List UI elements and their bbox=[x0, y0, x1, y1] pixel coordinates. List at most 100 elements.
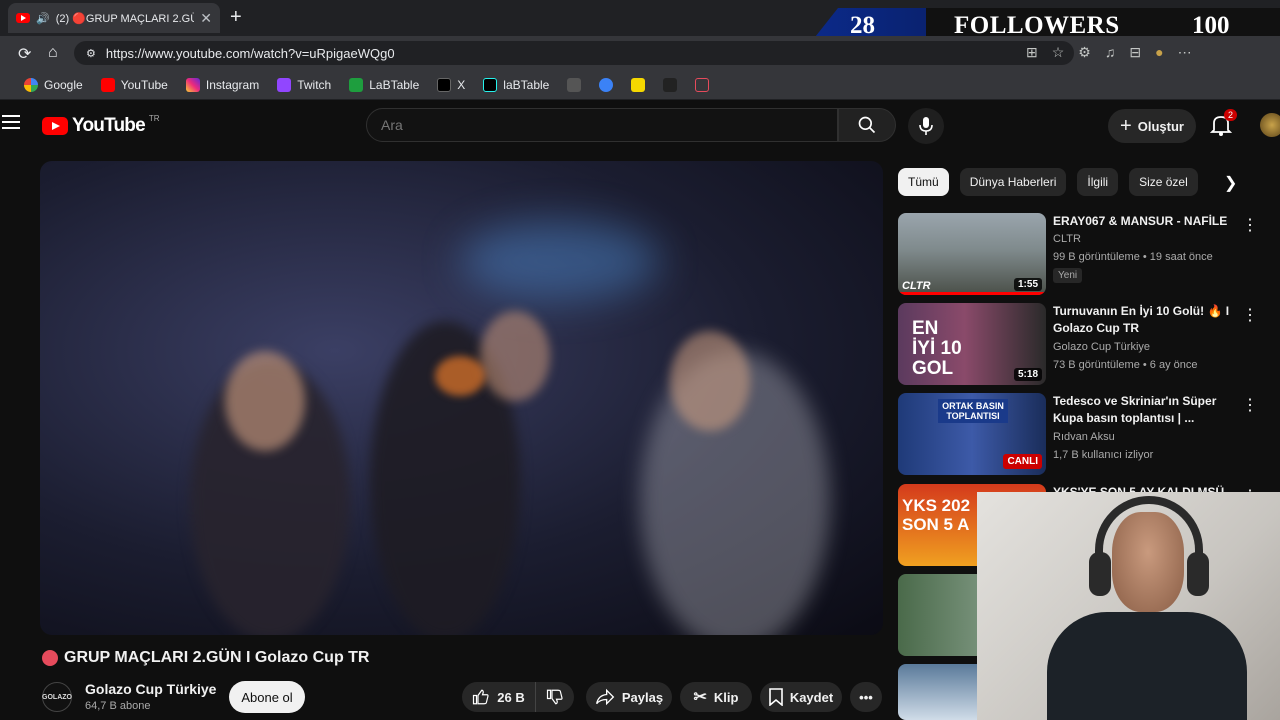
youtube-favicon-icon bbox=[16, 13, 30, 23]
chip-world-news[interactable]: Dünya Haberleri bbox=[959, 168, 1067, 196]
thumbs-up-icon bbox=[473, 689, 489, 705]
share-label: Paylaş bbox=[621, 689, 664, 705]
recommendation-item[interactable]: CLTR 1:55 ERAY067 & MANSUR - NAFİLE CLTR… bbox=[898, 213, 1268, 295]
extension-icons: ⊞ ☆ ⚙ ♫ ⊟ ● ⋯ bbox=[1026, 44, 1192, 61]
bookmark-twitch[interactable]: Twitch bbox=[277, 77, 331, 92]
bookmark-s-icon[interactable] bbox=[631, 77, 646, 92]
crowd-face bbox=[480, 311, 550, 401]
kebab-menu-icon[interactable]: ⋮ bbox=[1242, 395, 1258, 415]
reload-icon[interactable]: ⟳ bbox=[18, 44, 31, 64]
tab-title: (2) 🔴GRUP MAÇLARI 2.GÜN bbox=[55, 12, 195, 25]
share-arrow-icon bbox=[595, 688, 615, 706]
crowd-face bbox=[670, 331, 750, 431]
headphone-cup-left bbox=[1089, 552, 1111, 596]
channel-row: GOLAZO Golazo Cup Türkiye 64,7 B abone A… bbox=[42, 678, 882, 718]
save-label: Kaydet bbox=[789, 689, 834, 705]
rec-meta: 73 B görüntüleme • 6 ay önce bbox=[1053, 359, 1198, 371]
bookmark-check-icon[interactable] bbox=[663, 77, 678, 92]
crowd-orange-accent bbox=[435, 356, 485, 396]
address-bar-row: ⟳ ⌂ ⚙ https://www.youtube.com/watch?v=uR… bbox=[0, 36, 1280, 70]
bookmark-circle-icon[interactable] bbox=[599, 77, 614, 92]
home-icon[interactable]: ⌂ bbox=[48, 44, 58, 62]
new-tab-icon[interactable]: + bbox=[230, 6, 242, 29]
create-button[interactable]: + Oluştur bbox=[1108, 109, 1196, 143]
chip-for-you[interactable]: Size özel bbox=[1129, 168, 1198, 196]
more-actions-button[interactable]: ••• bbox=[850, 682, 882, 712]
thumb-channel-tag: CLTR bbox=[902, 280, 931, 292]
rec-channel[interactable]: Golazo Cup Türkiye bbox=[1053, 341, 1150, 353]
rec-channel[interactable]: CLTR bbox=[1053, 233, 1081, 245]
channel-name[interactable]: Golazo Cup Türkiye bbox=[85, 681, 216, 697]
media-icon[interactable]: ♫ bbox=[1105, 44, 1116, 61]
progress-bar bbox=[898, 292, 1046, 295]
url-text[interactable]: https://www.youtube.com/watch?v=uRpigaeW… bbox=[106, 46, 395, 61]
search-input[interactable] bbox=[366, 108, 838, 142]
close-tab-icon[interactable]: ✕ bbox=[200, 10, 212, 27]
translate-icon[interactable]: ⊟ bbox=[1129, 44, 1141, 61]
video-player[interactable] bbox=[40, 161, 883, 635]
thumb-text: EN İYİ 10 GOL bbox=[912, 318, 962, 379]
rec-title[interactable]: Turnuvanın En İyi 10 Golü! 🔥 I Golazo Cu… bbox=[1053, 303, 1233, 337]
thumb-text: ORTAK BASIN TOPLANTISI bbox=[938, 399, 1008, 423]
tiktok-icon bbox=[483, 77, 498, 92]
subscribe-button[interactable]: Abone ol bbox=[229, 681, 305, 713]
youtube-header: YouTube TR + Oluştur 2 bbox=[0, 101, 1280, 151]
video-thumbnail[interactable]: ORTAK BASIN TOPLANTISI CANLI bbox=[898, 393, 1046, 475]
region-code: TR bbox=[148, 113, 160, 123]
headphone-cup-right bbox=[1187, 552, 1209, 596]
youtube-logo[interactable]: YouTube TR bbox=[42, 113, 160, 137]
omnibox[interactable]: ⚙ https://www.youtube.com/watch?v=uRpiga… bbox=[74, 41, 1074, 65]
logo-text: YouTube bbox=[72, 115, 146, 136]
dislike-button[interactable] bbox=[536, 682, 574, 712]
site-info-icon[interactable]: ⚙ bbox=[86, 47, 96, 60]
chevron-right-icon[interactable]: ❯ bbox=[1224, 173, 1237, 193]
thumbs-down-icon bbox=[546, 689, 563, 705]
speaker-icon[interactable]: 🔊 bbox=[36, 12, 50, 25]
video-thumbnail[interactable]: CLTR 1:55 bbox=[898, 213, 1046, 295]
like-count: 26 B bbox=[497, 689, 525, 705]
microphone-icon bbox=[919, 117, 933, 135]
bookmark-music-icon[interactable] bbox=[695, 77, 710, 92]
hamburger-menu-icon[interactable] bbox=[2, 115, 20, 133]
rec-channel[interactable]: Rıdvan Aksu bbox=[1053, 431, 1115, 443]
like-button[interactable]: 26 B bbox=[462, 682, 536, 712]
new-badge: Yeni bbox=[1053, 268, 1083, 283]
duration: 5:18 bbox=[1013, 368, 1042, 381]
kebab-menu-icon[interactable]: ⋮ bbox=[1242, 215, 1258, 235]
video-thumbnail[interactable]: EN İYİ 10 GOL 5:18 bbox=[898, 303, 1046, 385]
bookmark-icon bbox=[769, 688, 783, 706]
bookmark-misc-icon[interactable] bbox=[567, 77, 582, 92]
crowd-face bbox=[225, 351, 305, 451]
youtube-icon bbox=[100, 77, 115, 92]
account-avatar[interactable] bbox=[1260, 113, 1280, 137]
bookmark-google[interactable]: Google bbox=[24, 77, 83, 92]
share-button[interactable]: Paylaş bbox=[586, 682, 672, 712]
kebab-menu-icon[interactable]: ⋮ bbox=[1242, 305, 1258, 325]
menu-icon[interactable]: ⋯ bbox=[1178, 44, 1192, 61]
save-button[interactable]: Kaydet bbox=[760, 682, 842, 712]
chip-related[interactable]: İlgili bbox=[1077, 168, 1119, 196]
install-app-icon[interactable]: ⊞ bbox=[1026, 44, 1038, 61]
chip-all[interactable]: Tümü bbox=[898, 168, 949, 196]
thumb-text: YKS 202 SON 5 A bbox=[902, 496, 971, 534]
rec-title[interactable]: Tedesco ve Skriniar'ın Süper Kupa basın … bbox=[1053, 393, 1233, 427]
browser-tab[interactable]: 🔊 (2) 🔴GRUP MAÇLARI 2.GÜN ✕ bbox=[8, 3, 220, 33]
search-button[interactable] bbox=[838, 108, 896, 142]
extensions-icon[interactable]: ⚙ bbox=[1078, 44, 1091, 61]
duration: 1:55 bbox=[1013, 278, 1042, 291]
bookmark-instagram[interactable]: Instagram bbox=[185, 77, 259, 92]
rec-title[interactable]: ERAY067 & MANSUR - NAFİLE bbox=[1053, 213, 1233, 230]
bookmark-labtable[interactable]: LaBTable bbox=[349, 77, 419, 92]
profile-icon[interactable]: ● bbox=[1155, 44, 1163, 61]
recommendation-item[interactable]: EN İYİ 10 GOL 5:18 Turnuvanın En İyi 10 … bbox=[898, 303, 1268, 385]
voice-search-button[interactable] bbox=[908, 108, 944, 144]
recommendation-item[interactable]: ORTAK BASIN TOPLANTISI CANLI Tedesco ve … bbox=[898, 393, 1268, 475]
bookmark-x[interactable]: X bbox=[437, 77, 465, 92]
channel-avatar[interactable]: GOLAZO bbox=[42, 682, 72, 712]
twitch-icon bbox=[277, 77, 292, 92]
bookmark-youtube[interactable]: YouTube bbox=[100, 77, 168, 92]
search-icon bbox=[858, 116, 876, 134]
bookmark-star-icon[interactable]: ☆ bbox=[1052, 44, 1065, 61]
bookmark-tiktok-labtable[interactable]: laBTable bbox=[483, 77, 549, 92]
clip-button[interactable]: ✂ Klip bbox=[680, 682, 752, 712]
